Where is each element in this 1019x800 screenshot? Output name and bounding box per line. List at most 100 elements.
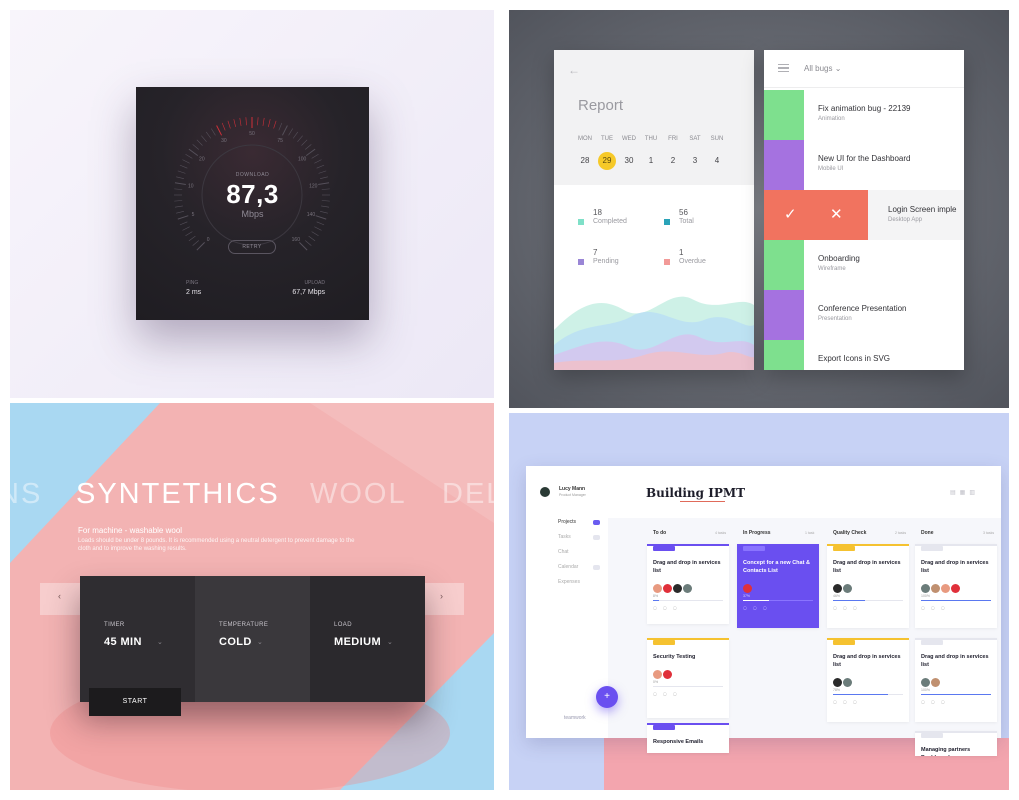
- progress-fill: [921, 694, 991, 695]
- bug-color-bar: [764, 240, 804, 290]
- gauge-tick: [299, 242, 308, 251]
- close-icon[interactable]: ✕: [830, 205, 843, 223]
- chevron-down-icon[interactable]: ⌄: [157, 638, 163, 646]
- setting-timer[interactable]: TIMER 45 MIN ⌄: [80, 576, 195, 702]
- task-card[interactable]: Security Testing 0% ◯◯◯: [647, 638, 729, 718]
- bug-row[interactable]: Onboarding Wireframe: [764, 240, 964, 290]
- start-button[interactable]: START: [89, 688, 181, 716]
- report-card: ← Report MON TUE WED THU FRI SAT SUN 28 29 30 1 2 3…: [554, 50, 754, 370]
- column-count: 1 task: [805, 531, 815, 535]
- card-meta-icons: ◯◯◯: [743, 606, 773, 610]
- gauge-tick: [316, 221, 325, 226]
- sidebar-item-expenses[interactable]: Expenses: [558, 579, 580, 585]
- calendar-day[interactable]: 2: [662, 152, 684, 170]
- sidebar-item-projects[interactable]: Projects: [558, 519, 576, 525]
- stat-value: 56: [679, 208, 688, 217]
- gauge-tick: [292, 131, 299, 139]
- gauge-tick: [182, 226, 190, 231]
- back-arrow-icon[interactable]: ←: [568, 63, 580, 77]
- chevron-left-icon[interactable]: ‹: [58, 591, 61, 601]
- gauge-tick: [216, 125, 223, 136]
- weekday-label: THU: [644, 136, 658, 142]
- gauge-tick-label: 160: [292, 237, 301, 243]
- task-card[interactable]: Drag and drop in services list 100% ◯◯◯: [915, 544, 997, 628]
- calendar-day[interactable]: 3: [684, 152, 706, 170]
- chevron-down-icon[interactable]: ⌄: [387, 638, 393, 646]
- progress-percent: 46%: [833, 594, 841, 598]
- gauge-tick: [308, 235, 316, 242]
- bug-subtitle: Desktop App: [888, 217, 923, 223]
- card-avatars: [653, 580, 693, 598]
- gauge-tick: [201, 135, 207, 142]
- view-toggle-icons[interactable]: ▤▦▥: [950, 489, 979, 496]
- bug-row[interactable]: Fix animation bug - 22139 Animation: [764, 90, 964, 140]
- setting-label: LOAD: [334, 622, 352, 628]
- program-word-prev[interactable]: NS: [10, 478, 42, 511]
- weekday-label: MON: [578, 136, 592, 142]
- calendar-day[interactable]: 28: [574, 152, 596, 170]
- menu-icon[interactable]: [778, 64, 789, 72]
- task-card[interactable]: Concept for a new Chat & Contacts List 37…: [737, 544, 819, 628]
- program-word-next[interactable]: WOOL: [310, 478, 407, 511]
- setting-load[interactable]: LOAD MEDIUM ⌄: [310, 576, 425, 702]
- task-card[interactable]: Drag and drop in services list 100% ◯◯◯: [915, 638, 997, 722]
- sidebar-item-tasks[interactable]: Tasks: [558, 534, 571, 540]
- bug-row[interactable]: Conference Presentation Presentation: [764, 290, 964, 340]
- gauge-tick: [192, 144, 199, 150]
- progress-fill: [653, 600, 659, 601]
- stat-label: Completed: [593, 218, 627, 225]
- setting-temperature[interactable]: TEMPERATURE COLD ⌄: [195, 576, 310, 702]
- task-card[interactable]: Managing partners Dashboard: [915, 731, 997, 756]
- task-card[interactable]: Drag and drop in services list 8% ◯◯◯: [647, 544, 729, 624]
- task-card[interactable]: Drag and drop in services list 78% ◯◯◯: [827, 638, 909, 722]
- bug-color-bar: [764, 90, 804, 140]
- progress-bar: [653, 600, 723, 601]
- card-title: Drag and drop in services list: [921, 654, 989, 668]
- bug-filter-dropdown[interactable]: All bugs ⌄: [804, 64, 841, 73]
- swiped-row-background: [868, 190, 964, 240]
- retry-button[interactable]: RETRY: [228, 240, 276, 254]
- bug-row[interactable]: Export Icons in SVG: [764, 340, 964, 370]
- setting-value: MEDIUM: [334, 636, 382, 648]
- bugs-header: All bugs ⌄: [764, 50, 964, 88]
- gauge-tick: [268, 119, 271, 128]
- calendar-day-selected[interactable]: 29: [598, 152, 616, 170]
- speed-unit: Mbps: [241, 209, 264, 219]
- gauge-tick: [314, 226, 322, 231]
- nav-count-badge: [593, 565, 600, 570]
- add-task-button[interactable]: +: [596, 686, 618, 708]
- stat-value: 18: [593, 208, 602, 217]
- ping-value: 2 ms: [186, 289, 202, 296]
- column-count: 4 tasks: [715, 531, 727, 535]
- sidebar-item-chat[interactable]: Chat: [558, 549, 569, 555]
- gauge-tick: [311, 153, 319, 159]
- progress-percent: 78%: [833, 688, 841, 692]
- task-card[interactable]: Drag and drop in services list 46% ◯◯◯: [827, 544, 909, 628]
- collage: 0 5 10 20 30 50 75 100 120 140 160 DOWNLOAD 87,3 M…: [0, 0, 1019, 800]
- calendar-day[interactable]: 4: [706, 152, 728, 170]
- check-icon[interactable]: ✓: [784, 205, 797, 223]
- calendar-day[interactable]: 30: [618, 152, 640, 170]
- program-word-selected[interactable]: SYNTETHICS: [76, 478, 280, 511]
- card-tag: [833, 640, 855, 645]
- settings-panel: TIMER 45 MIN ⌄ TEMPERATURE COLD ⌄ LOAD MEDIUM ⌄: [80, 576, 425, 702]
- gauge-tick-label: 0: [207, 237, 210, 243]
- bug-row[interactable]: New UI for the Dashboard Mobile UI: [764, 140, 964, 190]
- gauge-tick: [245, 117, 247, 126]
- task-card[interactable]: Responsive Emails: [647, 723, 729, 753]
- sidebar-item-calendar[interactable]: Calendar: [558, 564, 578, 570]
- user-name: Lucy Mann: [559, 486, 586, 492]
- stat-color-swatch: [664, 259, 670, 265]
- avatar: [931, 584, 940, 593]
- upload-value: 67,7 Mbps: [292, 289, 325, 296]
- calendar-day[interactable]: 1: [640, 152, 662, 170]
- card-tag: [653, 546, 675, 551]
- card-tag: [833, 546, 855, 551]
- chevron-right-icon[interactable]: ›: [440, 591, 443, 601]
- bug-title: Conference Presentation: [818, 304, 907, 313]
- bug-title: Export Icons in SVG: [818, 354, 891, 363]
- gauge-tick: [188, 235, 196, 242]
- program-word-next-2[interactable]: DEL: [442, 478, 494, 511]
- avatar[interactable]: [540, 487, 550, 497]
- chevron-down-icon[interactable]: ⌄: [257, 638, 263, 646]
